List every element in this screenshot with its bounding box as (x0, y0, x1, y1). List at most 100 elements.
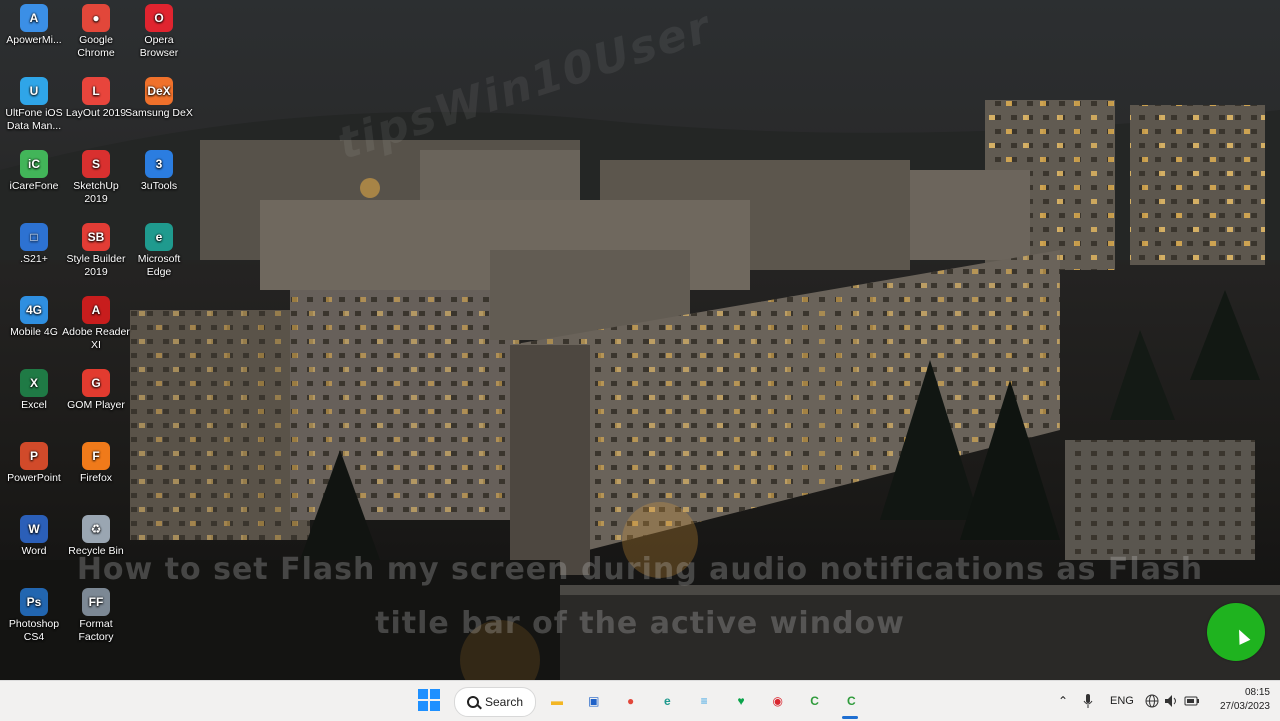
desktop-icon-label: Microsoft Edge (137, 253, 181, 278)
clock-date: 27/03/2023 (1219, 701, 1270, 712)
cursor-highlight (1207, 603, 1265, 661)
ultfone-icon: U (20, 77, 48, 105)
desktop-icon-word[interactable]: W Word (0, 515, 68, 558)
taskbar-app-camtasia[interactable]: C (801, 687, 829, 715)
desktop-icon-label: LayOut 2019 (65, 107, 127, 119)
video-caption-line-1: How to set Flash my screen during audio … (76, 552, 1204, 587)
desktop-icon-label: Opera Browser (139, 34, 179, 59)
desktop-icon-edge[interactable]: e Microsoft Edge (125, 223, 193, 279)
input-language-button[interactable]: ENG (1110, 681, 1134, 721)
taskbar-search-button[interactable]: Search (454, 687, 536, 717)
style-builder-icon: SB (82, 223, 110, 251)
volume-icon[interactable] (1164, 681, 1180, 721)
battery-icon[interactable] (1184, 681, 1200, 721)
microphone-icon[interactable] (1083, 681, 1093, 721)
desktop-icon-style-builder[interactable]: SB Style Builder 2019 (62, 223, 130, 279)
format-factory-icon: FF (82, 588, 110, 616)
taskbar-app-notepad[interactable]: ≡ (690, 687, 718, 715)
3utools-icon: 3 (145, 150, 173, 178)
desktop-icon-opera[interactable]: O Opera Browser (125, 4, 193, 60)
mobile-4g-icon: 4G (20, 296, 48, 324)
taskbar-app-store[interactable]: ▣ (580, 687, 608, 715)
desktop-icon-ultfone[interactable]: U UltFone iOS Data Man... (0, 77, 68, 133)
desktop-icon-powerpoint[interactable]: P PowerPoint (0, 442, 68, 485)
desktop-icon-label: 3uTools (140, 180, 178, 192)
taskbar-app-camtasia-recorder[interactable]: C (837, 687, 865, 715)
file-explorer-icon: ▬ (551, 694, 563, 708)
layout-icon: L (82, 77, 110, 105)
adobe-reader-icon: A (82, 296, 110, 324)
camtasia-recorder-icon: C (847, 694, 856, 708)
chrome-taskbar-icon: ● (626, 694, 635, 708)
search-icon (466, 696, 479, 708)
desktop-icon-label: Firefox (79, 472, 113, 484)
notepad-icon: ≡ (700, 694, 708, 708)
desktop-icon-chrome[interactable]: ● Google Chrome (62, 4, 130, 60)
desktop-icon-label: SketchUp 2019 (73, 180, 119, 205)
desktop-icon-layout[interactable]: L LayOut 2019 (62, 77, 130, 120)
start-button[interactable] (418, 689, 440, 711)
media-app-icon: ◉ (772, 694, 784, 708)
word-icon: W (20, 515, 48, 543)
store-icon: ▣ (588, 694, 600, 708)
video-caption-line-2: title bar of the active window (375, 606, 905, 641)
desktop-icon-label: UltFone iOS Data Man... (5, 107, 63, 132)
desktop-icon-label: PowerPoint (7, 472, 61, 484)
desktop-icon-label: Adobe Reader XI (62, 326, 130, 351)
taskbar-app-kaspersky[interactable]: ♥ (727, 687, 755, 715)
photoshop-icon: Ps (20, 588, 48, 616)
desktop-icon-gom-player[interactable]: G GOM Player (62, 369, 130, 412)
system-clock[interactable]: 08:15 27/03/2023 (1220, 686, 1270, 714)
show-hidden-icons-button[interactable]: ⌃ (1058, 681, 1068, 721)
desktop-icon-folder-s21[interactable]: □ .S21+ (0, 223, 68, 266)
opera-icon: O (145, 4, 173, 32)
desktop-icon-firefox[interactable]: F Firefox (62, 442, 130, 485)
edge-taskbar-icon: e (664, 694, 671, 708)
edge-icon: e (145, 223, 173, 251)
taskbar: Search ▬ ▣ ● e ≡ ♥ ◉ C C ⌃ ENG 08:15 27/03/2023 (0, 680, 1280, 721)
taskbar-app-edge-taskbar[interactable]: e (653, 687, 681, 715)
desktop-icon-label: Samsung DeX (125, 107, 193, 119)
taskbar-app-chrome-taskbar[interactable]: ● (617, 687, 645, 715)
desktop-icon-sketchup[interactable]: S SketchUp 2019 (62, 150, 130, 206)
chevron-up-icon: ⌃ (1058, 694, 1069, 708)
sketchup-icon: S (82, 150, 110, 178)
desktop-icon-excel[interactable]: X Excel (0, 369, 68, 412)
folder-s21-icon: □ (20, 223, 48, 251)
samsung-dex-icon: DeX (145, 77, 173, 105)
camtasia-icon: C (810, 694, 819, 708)
desktop-icon-label: Excel (21, 399, 47, 411)
desktop-icon-label: Word (21, 545, 47, 557)
desktop-icon-mobile-4g[interactable]: 4G Mobile 4G (0, 296, 68, 339)
active-app-indicator (842, 716, 858, 719)
taskbar-app-media-app[interactable]: ◉ (764, 687, 792, 715)
search-label: Search (484, 695, 524, 709)
apowermirror-icon: A (20, 4, 48, 32)
taskbar-app-file-explorer[interactable]: ▬ (543, 687, 571, 715)
desktop-icon-icarefone[interactable]: iC iCareFone (0, 150, 68, 193)
desktop-icon-format-factory[interactable]: FF Format Factory (62, 588, 130, 644)
kaspersky-icon: ♥ (737, 694, 745, 708)
clock-time: 08:15 (1244, 687, 1270, 698)
desktop-icon-label: Format Factory (78, 618, 114, 643)
desktop-icon-recycle-bin[interactable]: ♻ Recycle Bin (62, 515, 130, 558)
network-icon[interactable] (1145, 681, 1159, 721)
desktop-icon-photoshop[interactable]: Ps Photoshop CS4 (0, 588, 68, 644)
desktop-icon-label: GOM Player (67, 399, 125, 411)
desktop-icon-label: Mobile 4G (10, 326, 58, 338)
desktop-icon-label: Photoshop CS4 (8, 618, 60, 643)
chrome-icon: ● (82, 4, 110, 32)
desktop-icon-3utools[interactable]: 3 3uTools (125, 150, 193, 193)
powerpoint-icon: P (20, 442, 48, 470)
desktop-icon-label: Recycle Bin (68, 545, 124, 557)
language-indicator: ENG (1110, 695, 1134, 707)
desktop-icon-apowermirror[interactable]: A ApowerMi... (0, 4, 68, 47)
excel-icon: X (20, 369, 48, 397)
desktop-icon-label: ApowerMi... (6, 34, 62, 46)
desktop-icon-samsung-dex[interactable]: DeX Samsung DeX (125, 77, 193, 120)
desktop-icon-label: Google Chrome (77, 34, 115, 59)
desktop-icon-label: iCareFone (9, 180, 59, 192)
desktop-icon-adobe-reader[interactable]: A Adobe Reader XI (62, 296, 130, 352)
firefox-icon: F (82, 442, 110, 470)
mouse-pointer-icon (1233, 627, 1251, 645)
